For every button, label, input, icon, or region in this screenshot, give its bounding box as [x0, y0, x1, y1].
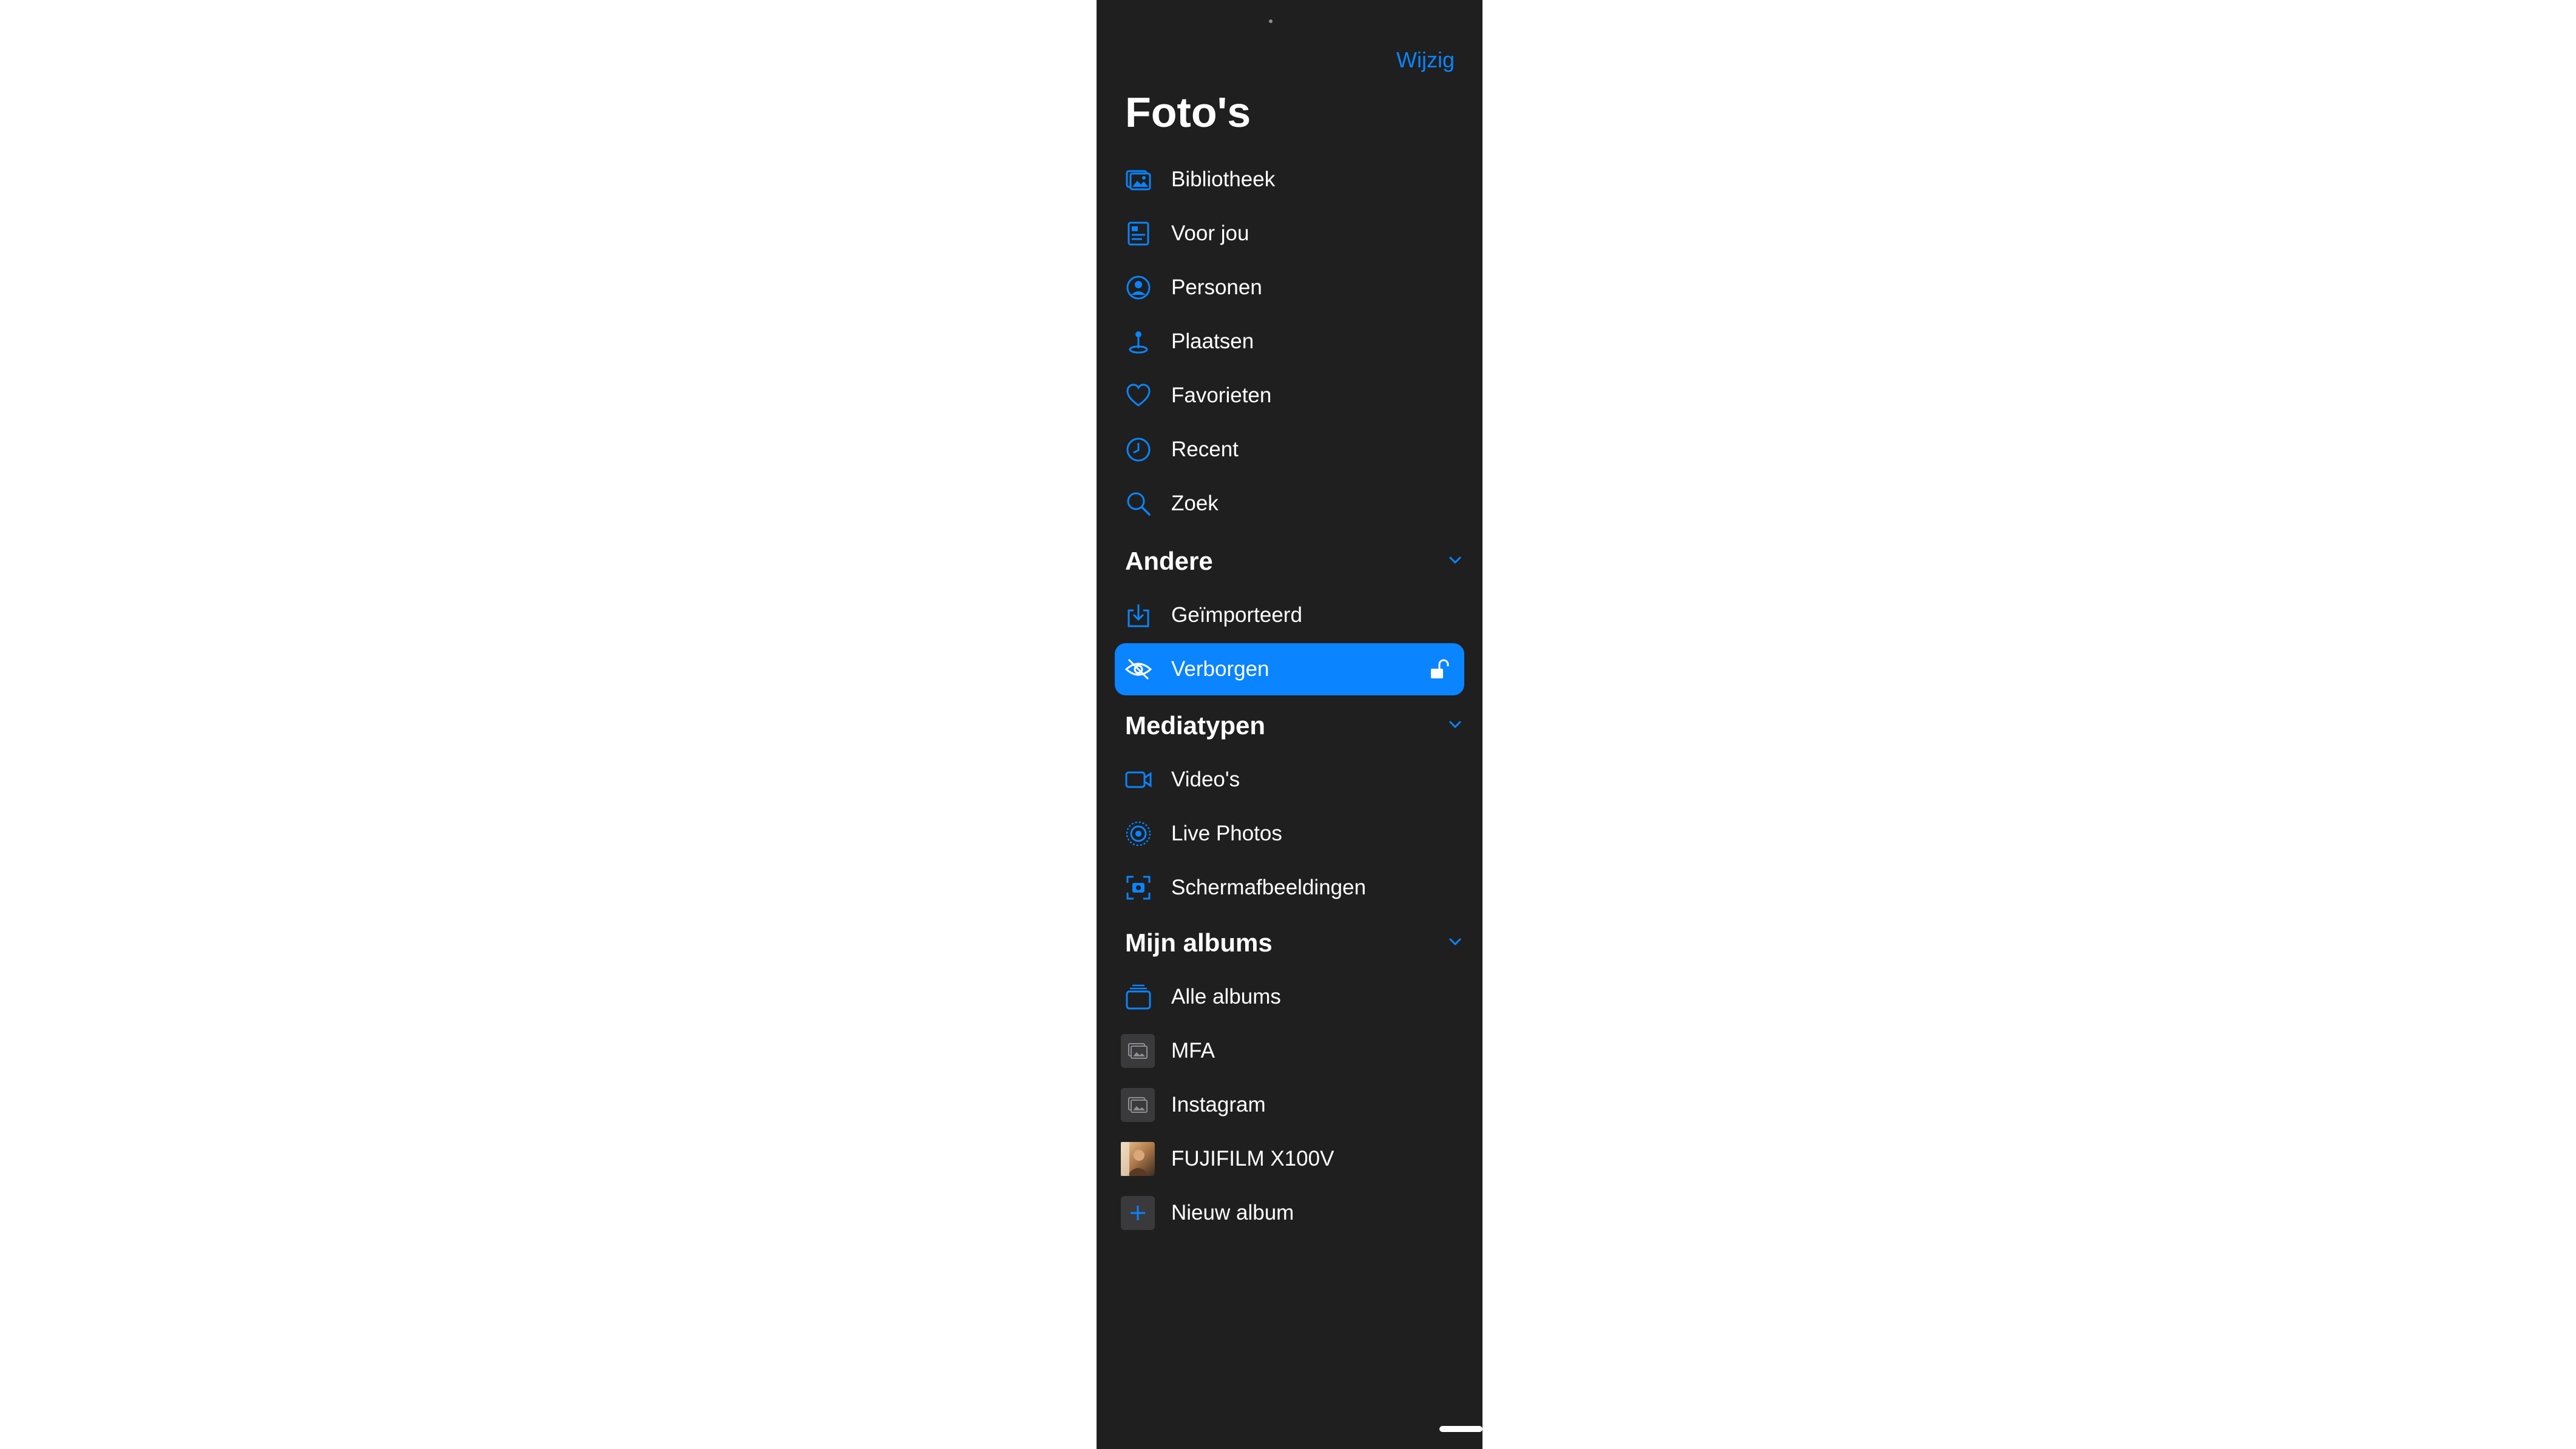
sidebar-item-label: Voor jou [1171, 221, 1249, 245]
sidebar-item-hidden[interactable]: Verborgen [1115, 643, 1464, 695]
sidebar-item-album-fujifilm[interactable]: FUJIFILM X100V [1115, 1133, 1464, 1185]
section-header-my-albums[interactable]: Mijn albums [1125, 924, 1465, 960]
lock-open-icon[interactable] [1429, 658, 1451, 680]
sidebar-item-label: MFA [1171, 1039, 1215, 1062]
sidebar-item-label: Video's [1171, 768, 1240, 791]
sidebar-item-label: Personen [1171, 275, 1262, 299]
section-title: Mediatypen [1125, 711, 1266, 740]
sidebar-item-label: Recent [1171, 437, 1239, 461]
edit-button[interactable]: Wijzig [1396, 47, 1455, 73]
album-placeholder-icon [1121, 1034, 1155, 1068]
sidebar-item-label: Instagram [1171, 1093, 1266, 1116]
chevron-down-icon [1445, 715, 1465, 734]
sidebar-item-all-albums[interactable]: Alle albums [1115, 971, 1464, 1023]
sidebar-item-screenshots[interactable]: Schermafbeeldingen [1115, 862, 1464, 914]
page-title: Foto's [1125, 89, 1251, 136]
sidebar-item-label: Geïmporteerd [1171, 603, 1302, 627]
section-header-media-types[interactable]: Mediatypen [1125, 706, 1465, 743]
status-indicator-dot [1269, 19, 1273, 23]
plus-icon [1121, 1196, 1155, 1230]
section-header-other[interactable]: Andere [1125, 542, 1465, 578]
for-you-icon [1125, 220, 1152, 247]
sidebar-item-places[interactable]: Plaatsen [1115, 316, 1464, 368]
sidebar-item-label: Plaatsen [1171, 329, 1254, 353]
new-album-button[interactable]: Nieuw album [1115, 1187, 1464, 1239]
sidebar-item-label: Live Photos [1171, 822, 1282, 845]
screenshot-icon [1125, 874, 1152, 901]
sidebar-item-album-instagram[interactable]: Instagram [1115, 1079, 1464, 1131]
import-icon [1125, 602, 1152, 629]
sidebar-item-library[interactable]: Bibliotheek [1115, 154, 1464, 206]
sidebar-item-label: Schermafbeeldingen [1171, 876, 1367, 899]
photos-sidebar: Wijzig Foto's Bibliotheek Voor jou Perso… [1097, 0, 1482, 1449]
live-photo-icon [1125, 820, 1152, 847]
map-pin-icon [1125, 328, 1152, 355]
search-icon [1125, 490, 1152, 517]
album-photo-thumbnail [1121, 1142, 1155, 1176]
albums-stack-icon [1125, 984, 1152, 1010]
chevron-down-icon [1445, 550, 1465, 570]
sidebar-item-label: Alle albums [1171, 985, 1281, 1008]
video-icon [1125, 766, 1152, 793]
heart-icon [1125, 382, 1152, 409]
sidebar-item-favorites[interactable]: Favorieten [1115, 370, 1464, 422]
section-title: Mijn albums [1125, 928, 1273, 957]
sidebar-item-live-photos[interactable]: Live Photos [1115, 808, 1464, 860]
photo-library-icon [1125, 166, 1152, 193]
sidebar-item-for-you[interactable]: Voor jou [1115, 208, 1464, 260]
sidebar-item-search[interactable]: Zoek [1115, 478, 1464, 530]
sidebar-item-album-mfa[interactable]: MFA [1115, 1025, 1464, 1077]
clock-icon [1125, 436, 1152, 463]
section-title: Andere [1125, 547, 1213, 575]
sidebar-item-label: FUJIFILM X100V [1171, 1147, 1334, 1170]
eye-slash-icon [1125, 656, 1152, 683]
sidebar-item-label: Favorieten [1171, 383, 1272, 407]
sidebar-item-label: Zoek [1171, 491, 1219, 515]
sidebar-item-people[interactable]: Personen [1115, 262, 1464, 314]
sidebar-item-videos[interactable]: Video's [1115, 754, 1464, 806]
sidebar-item-label: Nieuw album [1171, 1201, 1294, 1224]
chevron-down-icon [1445, 932, 1465, 951]
sidebar-item-label: Bibliotheek [1171, 167, 1276, 191]
sidebar-item-imported[interactable]: Geïmporteerd [1115, 589, 1464, 641]
home-indicator[interactable] [1439, 1426, 1482, 1432]
sidebar-item-recent[interactable]: Recent [1115, 424, 1464, 476]
person-circle-icon [1125, 274, 1152, 301]
sidebar-item-label: Verborgen [1171, 657, 1269, 681]
album-placeholder-icon [1121, 1088, 1155, 1122]
